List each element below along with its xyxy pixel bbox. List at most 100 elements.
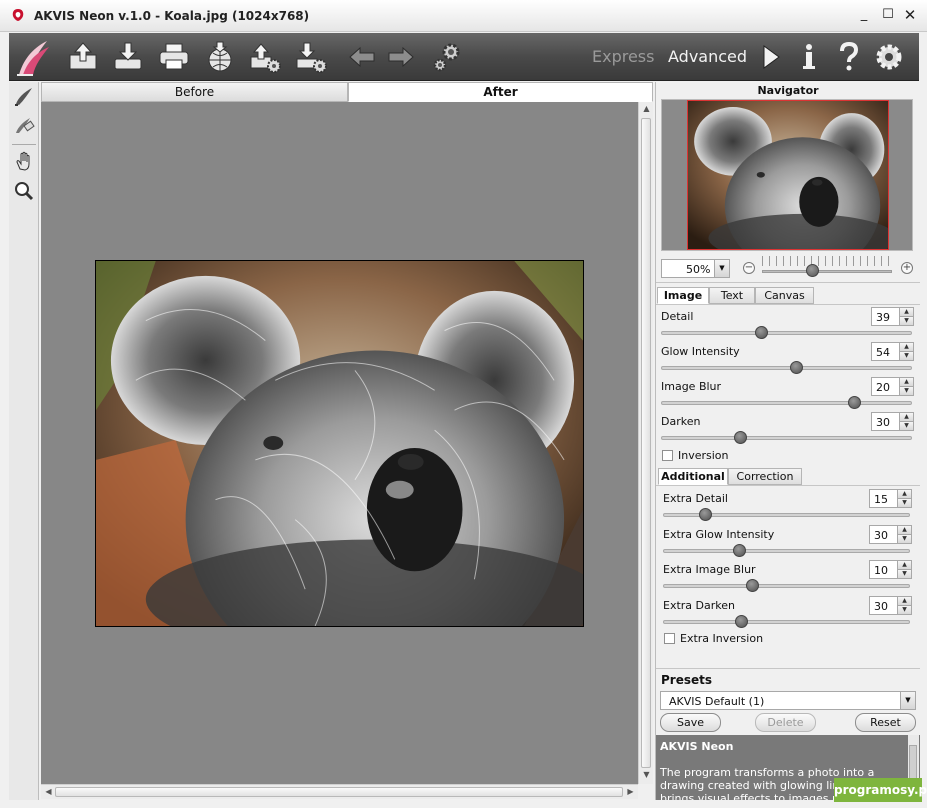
navigator-viewport-frame[interactable] (687, 100, 889, 250)
extra-darken-slider-knob[interactable] (735, 615, 748, 628)
tab-canvas[interactable]: Canvas (755, 287, 814, 304)
tab-correction[interactable]: Correction (728, 468, 802, 485)
maximize-button[interactable]: ☐ (878, 6, 898, 24)
horizontal-scrollbar[interactable]: ◀ ▶ (41, 784, 638, 799)
spin-down-icon[interactable]: ▼ (899, 316, 913, 325)
batch-settings-gear-icon[interactable] (429, 39, 465, 75)
neon-brush-tool-icon[interactable] (12, 84, 36, 108)
save-preset-button[interactable]: Save (660, 713, 721, 732)
extra-darken-slider[interactable] (663, 620, 910, 624)
koala-neon-image[interactable] (95, 260, 584, 627)
spin-up-icon[interactable]: ▲ (897, 526, 911, 535)
spin-up-icon[interactable]: ▲ (897, 490, 911, 499)
darken-slider[interactable] (661, 436, 912, 440)
extra-detail-spinbox[interactable]: 15 ▲ ▼ (869, 489, 912, 508)
chevron-down-icon[interactable]: ▼ (900, 692, 915, 709)
scroll-down-icon[interactable]: ▼ (639, 770, 654, 779)
redo-arrow-icon[interactable] (383, 39, 419, 75)
spin-up-icon[interactable]: ▲ (899, 378, 913, 387)
vertical-scrollbar[interactable]: ▲ ▼ (638, 102, 653, 784)
spin-down-icon[interactable]: ▼ (899, 421, 913, 430)
settings-panel: Navigator 50% ▼ − + Image Text Canvas De… (655, 82, 920, 800)
spin-up-icon[interactable]: ▲ (899, 308, 913, 317)
spin-down-icon[interactable]: ▼ (897, 498, 911, 507)
extra-image-blur-spinbox[interactable]: 10 ▲ ▼ (869, 560, 912, 579)
spin-down-icon[interactable]: ▼ (897, 605, 911, 614)
share-button[interactable] (202, 39, 238, 75)
spin-down-icon[interactable]: ▼ (899, 386, 913, 395)
extra-detail-slider-knob[interactable] (699, 508, 712, 521)
view-tabs: Before After (41, 82, 653, 102)
extra-glow-intensity-slider[interactable] (663, 549, 910, 553)
scroll-right-icon[interactable]: ▶ (623, 787, 638, 796)
zoom-slider[interactable] (762, 270, 892, 273)
horizontal-scroll-thumb[interactable] (55, 787, 623, 797)
extra-image-blur-slider-knob[interactable] (746, 579, 759, 592)
spin-up-icon[interactable]: ▲ (899, 413, 913, 422)
divider (656, 485, 920, 486)
image-blur-slider-knob[interactable] (848, 396, 861, 409)
tab-image[interactable]: Image (657, 287, 709, 304)
detail-slider[interactable] (661, 331, 912, 335)
open-image-button[interactable] (65, 39, 101, 75)
darken-spinbox[interactable]: 30 ▲ ▼ (871, 412, 914, 431)
darken-slider-knob[interactable] (734, 431, 747, 444)
inversion-checkbox[interactable] (662, 450, 673, 461)
navigator-preview[interactable] (661, 99, 913, 251)
advanced-mode-button[interactable]: Advanced (668, 47, 747, 66)
close-button[interactable]: ✕ (900, 6, 920, 24)
scroll-left-icon[interactable]: ◀ (41, 787, 56, 796)
minimize-button[interactable]: _ (854, 6, 874, 24)
help-question-icon[interactable] (831, 39, 867, 75)
hand-tool-icon[interactable] (12, 149, 36, 173)
presets-title: Presets (661, 673, 713, 687)
run-play-icon[interactable] (752, 39, 788, 75)
glow-intensity-slider[interactable] (661, 366, 912, 370)
spin-down-icon[interactable]: ▼ (897, 534, 911, 543)
save-settings-button[interactable] (293, 39, 329, 75)
spin-down-icon[interactable]: ▼ (899, 351, 913, 360)
spin-up-icon[interactable]: ▲ (899, 343, 913, 352)
glow-intensity-spinbox[interactable]: 54 ▲ ▼ (871, 342, 914, 361)
extra-detail-label: Extra Detail (663, 492, 728, 505)
zoom-in-button[interactable]: + (901, 262, 913, 274)
reset-preset-button[interactable]: Reset (855, 713, 916, 732)
glow-intensity-slider-knob[interactable] (790, 361, 803, 374)
scroll-up-icon[interactable]: ▲ (639, 104, 654, 113)
express-mode-button[interactable]: Express (592, 47, 654, 66)
image-blur-spinbox[interactable]: 20 ▲ ▼ (871, 377, 914, 396)
tab-after[interactable]: After (348, 82, 653, 102)
print-button[interactable] (156, 39, 192, 75)
info-icon[interactable] (791, 39, 827, 75)
detail-spinbox[interactable]: 39 ▲ ▼ (871, 307, 914, 326)
spin-down-icon[interactable]: ▼ (897, 569, 911, 578)
save-image-button[interactable] (110, 39, 146, 75)
spin-up-icon[interactable]: ▲ (897, 597, 911, 606)
extra-glow-intensity-slider-knob[interactable] (733, 544, 746, 557)
tab-text[interactable]: Text (709, 287, 755, 304)
tab-before[interactable]: Before (41, 82, 348, 102)
chevron-down-icon[interactable]: ▼ (714, 260, 729, 277)
eraser-brush-tool-icon[interactable] (12, 113, 36, 137)
detail-slider-knob[interactable] (755, 326, 768, 339)
extra-image-blur-slider[interactable] (663, 584, 910, 588)
extra-darken-spinbox[interactable]: 30 ▲ ▼ (869, 596, 912, 615)
extra-glow-intensity-spinbox[interactable]: 30 ▲ ▼ (869, 525, 912, 544)
load-settings-button[interactable] (247, 39, 283, 75)
vertical-scroll-thumb[interactable] (641, 118, 651, 768)
image-canvas[interactable] (41, 102, 638, 784)
preferences-gear-icon[interactable] (871, 39, 907, 75)
tool-separator (12, 144, 36, 145)
extra-inversion-checkbox[interactable] (664, 633, 675, 644)
zoom-slider-knob[interactable] (806, 264, 819, 277)
tab-additional[interactable]: Additional (658, 468, 728, 485)
delete-preset-button[interactable]: Delete (755, 713, 816, 732)
zoom-combobox[interactable]: 50% ▼ (661, 259, 730, 278)
zoom-out-button[interactable]: − (743, 262, 755, 274)
image-blur-slider[interactable] (661, 401, 912, 405)
undo-arrow-icon[interactable] (344, 39, 380, 75)
darken-label: Darken (661, 415, 701, 428)
preset-dropdown[interactable]: AKVIS Default (1) ▼ (660, 691, 916, 710)
spin-up-icon[interactable]: ▲ (897, 561, 911, 570)
zoom-tool-icon[interactable] (12, 179, 36, 203)
